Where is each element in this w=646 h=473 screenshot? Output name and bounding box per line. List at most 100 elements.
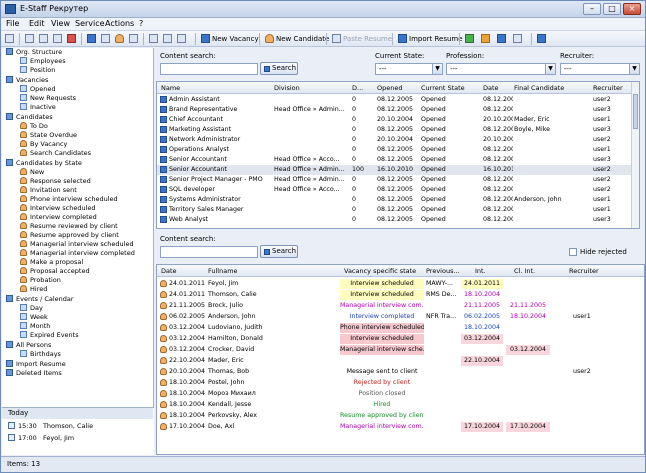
report-icon[interactable] <box>497 33 508 45</box>
table-row[interactable]: Chief Accountant 0 20.10.2004 Opened 20.10.2… <box>157 115 639 125</box>
tree-item[interactable]: Expired Events <box>20 331 79 340</box>
tree-item[interactable]: Managerial interview completed <box>20 249 135 258</box>
tree-item[interactable]: Week <box>20 313 48 322</box>
table-row[interactable]: Territory Sales Manager 0 08.12.2005 Opened… <box>157 205 639 215</box>
col-name[interactable]: Name <box>161 84 180 92</box>
tree-item[interactable]: Invitation sent <box>20 186 77 195</box>
calendar-icon[interactable] <box>149 33 160 45</box>
col-recruiter[interactable]: Recruiter <box>569 267 599 275</box>
tree-item[interactable]: Interview completed <box>20 213 97 222</box>
list-icon[interactable] <box>101 33 112 45</box>
table-row[interactable]: 06.02.2005 Anderson, John Interview comple… <box>157 312 644 322</box>
table-row[interactable]: Marketing Assistant 0 08.12.2005 Opened 08.1… <box>157 125 639 135</box>
tree-item[interactable]: To Do <box>20 122 48 131</box>
excel-icon[interactable] <box>465 33 476 45</box>
table-row[interactable]: Admin Assistant 0 08.12.2005 Opened 08.12.20… <box>157 95 639 105</box>
tree-item[interactable]: New Requests <box>20 94 76 103</box>
tree-item[interactable]: New <box>20 168 44 177</box>
tree-item[interactable]: Phone interview scheduled <box>20 195 118 204</box>
new-candidate-button[interactable]: New Candidate <box>265 33 329 45</box>
paste-icon[interactable] <box>53 33 64 45</box>
tree-item[interactable]: State Overdue <box>20 131 77 140</box>
candidate-content-search-input[interactable] <box>160 246 258 258</box>
tree-icon[interactable] <box>87 33 98 45</box>
menu-edit[interactable]: Edit <box>29 19 45 28</box>
person-icon[interactable] <box>115 33 126 45</box>
today-event[interactable]: 17:00 Feyol, Jim <box>8 434 74 443</box>
tree-item[interactable]: Position <box>20 66 55 75</box>
filter-icon[interactable] <box>177 33 188 45</box>
copy-icon[interactable] <box>39 33 50 45</box>
vacancy-search-button[interactable]: Search <box>260 62 298 75</box>
col-cl-int[interactable]: Cl. Int. <box>514 267 535 275</box>
table-row[interactable]: Senior Accountant Head Office » Acco... 0 0… <box>157 155 639 165</box>
menu-help[interactable]: ? <box>139 19 143 28</box>
print-icon[interactable] <box>5 33 16 45</box>
col-date[interactable]: Date <box>161 267 177 275</box>
tree-item[interactable]: Interview scheduled <box>20 204 96 213</box>
tree-item[interactable]: All Persons <box>6 341 51 350</box>
import-resume-button[interactable]: Import Resume <box>398 33 463 45</box>
col-d[interactable]: D... <box>352 84 363 92</box>
tree-item[interactable]: Resume approved by client <box>20 231 119 240</box>
maximize-button[interactable]: □ <box>603 3 621 15</box>
vacancy-scrollbar[interactable] <box>631 82 639 228</box>
tree-item[interactable]: Probation <box>20 276 61 285</box>
cut-icon[interactable] <box>25 33 36 45</box>
table-row[interactable]: 20.10.2004 Thomas, Bob Message sent to cli… <box>157 367 644 377</box>
refresh-icon[interactable] <box>163 33 174 45</box>
table-row[interactable]: 24.01.2011 Feyol, Jim Interview scheduled M… <box>157 279 644 289</box>
table-row[interactable]: Systems Administrator 0 08.12.2005 Opened 08… <box>157 195 639 205</box>
close-button[interactable]: × <box>623 3 641 15</box>
settings-icon[interactable] <box>513 33 524 45</box>
table-row[interactable]: 18.10.2004 Kendall, Jesse Hired <box>157 400 644 410</box>
tree-item[interactable]: Day <box>20 304 43 313</box>
hide-rejected-checkbox[interactable] <box>569 248 577 256</box>
recruiter-select[interactable]: --- ▼ <box>560 63 640 75</box>
candidate-search-button[interactable]: Search <box>260 245 298 258</box>
table-row[interactable]: 03.12.2004 Ludoviano, Judith Phone intervi… <box>157 323 644 333</box>
table-row[interactable]: Brand Representative Head Office » Admin.… <box>157 105 639 115</box>
tree-item[interactable]: Import Resume <box>6 360 66 369</box>
tree-item[interactable]: Proposal accepted <box>20 267 90 276</box>
col-previous[interactable]: Previous... <box>426 267 460 275</box>
tree-item[interactable]: Resume reviewed by client <box>20 222 118 231</box>
table-row[interactable]: Operations Analyst 0 08.12.2005 Opened 08.12… <box>157 145 639 155</box>
col-final-candidate[interactable]: Final Candidate <box>514 84 564 92</box>
new-vacancy-button[interactable]: New Vacancy <box>201 33 259 45</box>
col-recruiter[interactable]: Recruiter <box>593 84 623 92</box>
tree-item[interactable]: Make a proposal <box>20 258 83 267</box>
menu-service[interactable]: Service <box>75 19 105 28</box>
tree-item[interactable]: Hired <box>20 285 47 294</box>
tree-item[interactable]: Month <box>20 322 50 331</box>
tree-item[interactable]: Employees <box>20 57 66 66</box>
table-row[interactable]: 17.10.2004 Doe, Axl Managerial interview c… <box>157 422 644 432</box>
tree-item[interactable]: Response selected <box>20 177 91 186</box>
table-row[interactable]: 18.10.2004 Мороз Михаил Position closed <box>157 389 644 399</box>
vacancy-content-search-input[interactable] <box>160 63 258 75</box>
table-row[interactable]: 03.12.2004 Crocker, David Managerial inter… <box>157 345 644 355</box>
tree-item[interactable]: Opened <box>20 85 56 94</box>
menu-view[interactable]: View <box>51 19 70 28</box>
minimize-button[interactable]: – <box>583 3 601 15</box>
menu-actions[interactable]: Actions <box>105 19 134 28</box>
table-row[interactable]: 22.10.2004 Mader, Eric 22.10.2004 <box>157 356 644 366</box>
delete-icon[interactable] <box>67 33 78 45</box>
tree-item[interactable]: Inactive <box>20 103 56 112</box>
table-row[interactable]: 18.10.2004 Perkovsky, Alex Resume approved… <box>157 411 644 421</box>
table-row[interactable]: Network Administrator 0 20.10.2004 Opened 20… <box>157 135 639 145</box>
paste-resume-button[interactable]: Paste Resume <box>332 33 392 45</box>
table-row[interactable]: 03.12.2004 Hamilton, Donald Interview sche… <box>157 334 644 344</box>
tree-item[interactable]: Events / Calendar <box>6 295 74 304</box>
tree-item[interactable]: By Vacancy <box>20 140 67 149</box>
card-icon[interactable] <box>129 33 140 45</box>
current-state-select[interactable]: --- ▼ <box>375 63 443 75</box>
tree-item[interactable]: Org. Structure <box>6 48 62 57</box>
chart-icon[interactable] <box>481 33 492 45</box>
col-int[interactable]: Int. <box>475 267 486 275</box>
tree-item[interactable]: Candidates <box>6 113 53 122</box>
table-row[interactable]: Web Analyst 0 08.12.2005 Opened 08.12.2005 us… <box>157 215 639 225</box>
table-row[interactable]: Senior Accountant Head Office » Admin... 1… <box>157 165 639 175</box>
help-icon[interactable] <box>537 33 548 45</box>
table-row[interactable]: 24.01.2011 Thomson, Calie Interview schedu… <box>157 290 644 300</box>
